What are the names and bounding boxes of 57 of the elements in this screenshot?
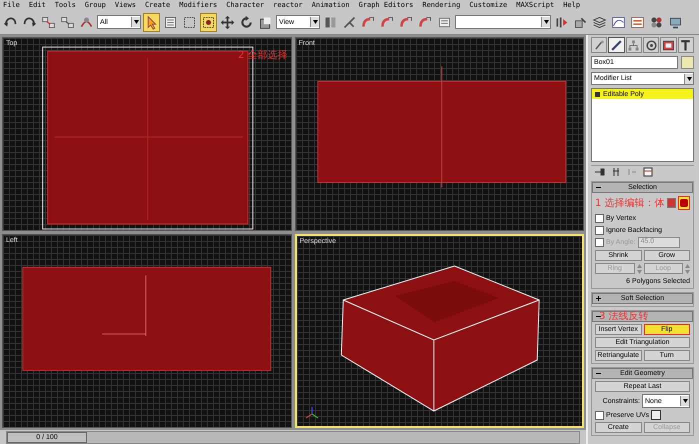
link-icon: [41, 14, 56, 30]
annotation-text: 3 法线反转: [599, 310, 649, 323]
toolbar-dropdown[interactable]: [455, 15, 551, 29]
annotation-text: 1 选择编辑：体: [595, 196, 665, 210]
checkbox[interactable]: [595, 226, 604, 234]
snap-icon: [361, 14, 376, 30]
display-tab[interactable]: [660, 37, 677, 53]
select-tool-button[interactable]: [143, 12, 160, 32]
axis-tripod-icon: [304, 406, 318, 420]
create-tab[interactable]: [591, 37, 608, 53]
move-icon: [220, 14, 235, 30]
show-result-icon[interactable]: [611, 167, 621, 177]
material-icon: [649, 14, 664, 30]
region-icon: [182, 14, 197, 30]
manipulate-icon: [342, 14, 357, 30]
utilities-icon: [679, 38, 692, 52]
dropdown-arrow-icon: [312, 20, 318, 24]
unlink-icon: [60, 14, 75, 30]
dropdown-arrow-icon: [544, 20, 548, 24]
utilities-tab[interactable]: [678, 37, 694, 53]
scale-icon: [258, 14, 273, 30]
collapse-icon: [596, 314, 601, 319]
pivot-icon: [323, 14, 338, 30]
expand-icon: [596, 296, 601, 301]
polygon-mode-button[interactable]: [678, 196, 690, 210]
dropdown-arrow-icon: [686, 76, 692, 80]
object-color-swatch[interactable]: [681, 56, 694, 69]
modify-icon: [610, 38, 623, 52]
collapse-icon: [596, 371, 601, 376]
redo-icon: [22, 14, 37, 30]
curve-icon: [611, 14, 626, 30]
element-mode-button[interactable]: [666, 198, 676, 208]
percent-snap-icon: [399, 14, 414, 30]
dropdown-arrow-icon: [134, 20, 138, 24]
modify-tab[interactable]: [608, 37, 625, 53]
angle-snap-icon: [380, 14, 395, 30]
create-icon: [592, 38, 606, 52]
bind-icon: [79, 14, 94, 30]
mirror-icon: [554, 14, 569, 30]
configure-icon[interactable]: [643, 167, 653, 177]
rotate-icon: [239, 14, 254, 30]
checkbox[interactable]: [595, 410, 604, 420]
motion-tab[interactable]: [642, 37, 660, 53]
layers-icon: [592, 14, 607, 30]
list-icon: [163, 14, 178, 30]
pin-icon[interactable]: [595, 167, 605, 177]
collapse-icon: [596, 185, 601, 190]
display-icon: [662, 38, 675, 52]
window-icon: [201, 14, 216, 30]
settings-icon[interactable]: [651, 410, 662, 420]
checkbox[interactable]: [595, 214, 604, 222]
schematic-icon: [630, 14, 645, 30]
window-tool-button[interactable]: [200, 12, 217, 32]
hierarchy-icon: [627, 38, 640, 52]
motion-icon: [644, 38, 658, 52]
spinner-snap-icon: [418, 14, 433, 30]
dropdown-arrow-icon: [682, 399, 688, 403]
